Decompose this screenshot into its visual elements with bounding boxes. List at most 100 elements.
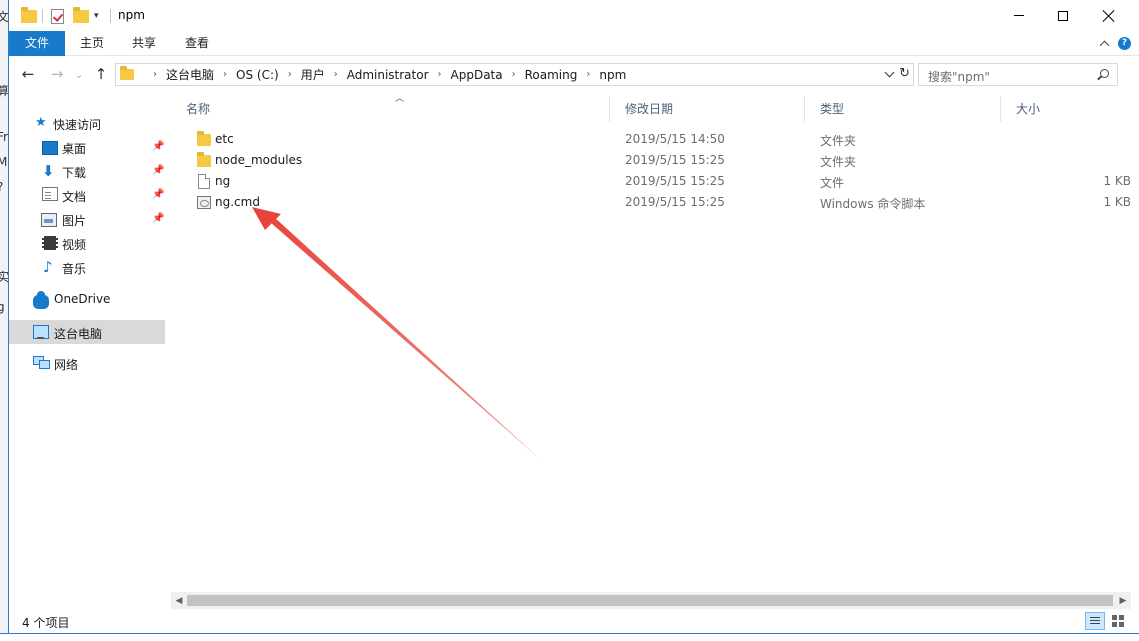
nav-item-pictures[interactable]: 图片 📌 xyxy=(9,207,165,231)
nav-item-label: 桌面 xyxy=(62,142,87,156)
close-button[interactable] xyxy=(1086,0,1132,31)
pin-icon[interactable]: 📌 xyxy=(152,165,164,176)
this-pc-icon xyxy=(33,325,49,339)
address-history-dropdown-icon[interactable] xyxy=(884,67,895,78)
search-icon[interactable] xyxy=(1100,69,1109,78)
help-icon[interactable]: ? xyxy=(1118,37,1131,50)
nav-item-network[interactable]: 网络 xyxy=(9,351,165,375)
nav-item-downloads[interactable]: ⬇ 下载 📌 xyxy=(9,159,165,183)
back-arrow-icon: ← xyxy=(21,65,35,83)
nav-item-label: 音乐 xyxy=(62,262,87,276)
breadcrumb-separator[interactable]: › xyxy=(334,69,338,80)
maximize-button[interactable] xyxy=(1040,0,1086,31)
pin-icon[interactable]: 📌 xyxy=(152,141,164,152)
column-header-size[interactable]: 大小 xyxy=(1001,96,1131,122)
ribbon-tabs: 文件 主页 共享 查看 ? xyxy=(9,31,1139,56)
close-icon xyxy=(1103,10,1115,22)
divider xyxy=(110,7,111,25)
file-size: 1 KB xyxy=(1103,174,1131,188)
minimize-icon xyxy=(1014,15,1024,16)
breadcrumb-users[interactable]: 用户 xyxy=(301,66,325,83)
column-header-type[interactable]: 类型 xyxy=(805,96,1001,122)
file-icon xyxy=(198,174,210,189)
tab-file[interactable]: 文件 xyxy=(9,31,65,56)
breadcrumb-os-drive[interactable]: OS (C:) xyxy=(236,68,279,82)
file-name: ng xyxy=(215,174,231,188)
nav-item-music[interactable]: ♪ 音乐 xyxy=(9,255,165,279)
star-icon: ★ xyxy=(35,115,47,130)
nav-item-quick-access[interactable]: ★ 快速访问 xyxy=(9,111,165,135)
item-count: 4 个项目 xyxy=(22,616,70,630)
tab-home[interactable]: 主页 xyxy=(67,31,117,56)
chevron-down-icon: ⌄ xyxy=(74,67,84,81)
document-icon xyxy=(42,187,58,201)
minimize-button[interactable] xyxy=(996,0,1042,31)
divider xyxy=(42,7,43,25)
file-row[interactable]: etc 2019/5/15 14:50 文件夹 xyxy=(171,129,1131,150)
nav-item-desktop[interactable]: 桌面 📌 xyxy=(9,135,165,159)
folder-icon xyxy=(120,66,134,80)
breadcrumb-separator[interactable]: › xyxy=(438,69,442,80)
properties-icon[interactable] xyxy=(51,7,64,25)
nav-item-documents[interactable]: 文档 📌 xyxy=(9,183,165,207)
file-row[interactable]: ng 2019/5/15 15:25 文件 1 KB xyxy=(171,171,1131,192)
nav-item-this-pc[interactable]: 这台电脑 xyxy=(9,320,165,344)
back-button[interactable]: ← xyxy=(18,65,38,83)
breadcrumb-separator[interactable]: › xyxy=(512,69,516,80)
network-icon xyxy=(33,356,50,370)
breadcrumb-administrator[interactable]: Administrator xyxy=(347,68,429,82)
file-name: etc xyxy=(215,132,234,146)
search-input[interactable]: 搜索"npm" xyxy=(918,63,1118,86)
scroll-right-icon[interactable]: ▶ xyxy=(1115,592,1131,609)
video-icon xyxy=(42,236,58,250)
breadcrumb-separator[interactable]: › xyxy=(153,69,157,80)
recent-locations-button[interactable]: ⌄ xyxy=(69,65,89,83)
large-icons-view-icon[interactable] xyxy=(1108,612,1128,630)
scroll-left-icon[interactable]: ◀ xyxy=(171,592,187,609)
nav-item-onedrive[interactable]: OneDrive xyxy=(9,287,165,311)
title-bar: ▾ npm xyxy=(9,0,1139,31)
file-date: 2019/5/15 15:25 xyxy=(625,195,725,209)
up-button[interactable]: ↑ xyxy=(91,65,111,83)
nav-item-label: 下载 xyxy=(62,166,87,180)
file-size: 1 KB xyxy=(1103,195,1131,209)
nav-item-videos[interactable]: 视频 xyxy=(9,231,165,255)
pin-icon[interactable]: 📌 xyxy=(152,189,164,200)
music-icon: ♪ xyxy=(43,258,53,276)
cmd-script-icon xyxy=(197,196,211,209)
forward-button[interactable]: → xyxy=(47,65,67,83)
file-type: 文件 xyxy=(820,176,845,190)
breadcrumb: › 这台电脑 › OS (C:) › 用户 › Administrator › … xyxy=(120,64,626,85)
refresh-icon[interactable]: ↻ xyxy=(899,66,910,81)
file-date: 2019/5/15 15:25 xyxy=(625,174,725,188)
download-icon: ⬇ xyxy=(42,162,55,180)
address-bar[interactable]: › 这台电脑 › OS (C:) › 用户 › Administrator › … xyxy=(115,63,914,86)
scrollbar-thumb[interactable] xyxy=(187,595,1113,606)
breadcrumb-this-pc[interactable]: 这台电脑 xyxy=(166,66,214,83)
nav-item-label: 这台电脑 xyxy=(54,327,103,341)
customize-quick-access-button[interactable]: ▾ xyxy=(94,7,99,25)
breadcrumb-separator[interactable]: › xyxy=(586,69,590,80)
nav-item-label: 图片 xyxy=(62,214,87,228)
column-header-name[interactable]: 名称 xyxy=(171,96,610,122)
file-row[interactable]: ng.cmd 2019/5/15 15:25 Windows 命令脚本 1 KB xyxy=(171,192,1131,213)
pin-icon[interactable]: 📌 xyxy=(152,213,164,224)
desktop-icon xyxy=(42,141,58,155)
tab-share[interactable]: 共享 xyxy=(119,31,169,56)
horizontal-scrollbar[interactable]: ◀ ▶ xyxy=(171,592,1131,609)
tab-view[interactable]: 查看 xyxy=(172,31,222,56)
navigation-pane: ★ 快速访问 桌面 📌 ⬇ 下载 📌 文档 📌 图片 📌 视频 ♪ 音乐 One… xyxy=(9,96,165,604)
new-folder-icon[interactable] xyxy=(73,6,89,25)
nav-item-label: 视频 xyxy=(62,238,87,252)
expand-ribbon-icon[interactable] xyxy=(1099,40,1110,50)
file-type: 文件夹 xyxy=(820,155,857,169)
breadcrumb-roaming[interactable]: Roaming xyxy=(525,68,578,82)
nav-item-label: 快速访问 xyxy=(53,118,102,132)
breadcrumb-separator[interactable]: › xyxy=(288,69,292,80)
details-view-icon[interactable] xyxy=(1085,612,1105,630)
breadcrumb-separator[interactable]: › xyxy=(223,69,227,80)
column-header-date[interactable]: 修改日期 xyxy=(610,96,805,122)
breadcrumb-npm[interactable]: npm xyxy=(599,68,626,82)
breadcrumb-appdata[interactable]: AppData xyxy=(451,68,503,82)
file-row[interactable]: node_modules 2019/5/15 15:25 文件夹 xyxy=(171,150,1131,171)
